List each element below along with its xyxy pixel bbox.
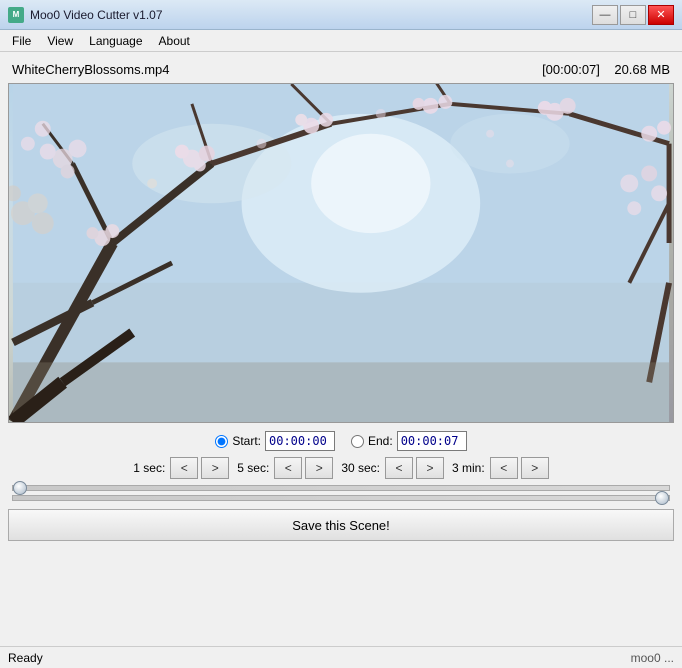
- title-controls: — □ ✕: [592, 5, 674, 25]
- status-text: Ready: [8, 651, 43, 665]
- slider-row-2: [12, 495, 670, 501]
- duration: [00:00:07]: [542, 62, 600, 77]
- start-radio[interactable]: [215, 435, 228, 448]
- end-radio-label[interactable]: End:: [351, 434, 393, 448]
- start-label: Start:: [232, 434, 261, 448]
- end-radio[interactable]: [351, 435, 364, 448]
- step-30sec-forward[interactable]: >: [416, 457, 444, 479]
- video-preview: [8, 83, 674, 423]
- app-icon: M: [8, 7, 24, 23]
- step-5sec-back[interactable]: <: [274, 457, 302, 479]
- menu-bar: File View Language About: [0, 30, 682, 52]
- menu-file[interactable]: File: [4, 32, 39, 50]
- step-5sec: 5 sec: < >: [237, 457, 333, 479]
- filesize: 20.68 MB: [614, 62, 670, 77]
- step-3min-label: 3 min:: [452, 461, 485, 475]
- step-1sec: 1 sec: < >: [133, 457, 229, 479]
- filename: WhiteCherryBlossoms.mp4: [12, 62, 170, 77]
- step-3min: 3 min: < >: [452, 457, 549, 479]
- start-time-group: Start:: [215, 431, 335, 451]
- title-bar: M Moo0 Video Cutter v1.07 — □ ✕: [0, 0, 682, 30]
- end-time-group: End:: [351, 431, 467, 451]
- title-text: Moo0 Video Cutter v1.07: [30, 8, 592, 22]
- sliders-area: [8, 485, 674, 501]
- menu-about[interactable]: About: [151, 32, 198, 50]
- menu-language[interactable]: Language: [81, 32, 150, 50]
- start-time-input[interactable]: [265, 431, 335, 451]
- file-info: WhiteCherryBlossoms.mp4 [00:00:07] 20.68…: [8, 60, 674, 79]
- time-controls: Start: End:: [8, 431, 674, 451]
- step-controls: 1 sec: < > 5 sec: < > 30 sec: < > 3 min:…: [8, 457, 674, 479]
- step-30sec-back[interactable]: <: [385, 457, 413, 479]
- step-1sec-back[interactable]: <: [170, 457, 198, 479]
- status-bar: Ready moo0 ...: [0, 646, 682, 668]
- controls-area: Start: End: 1 sec: < > 5 sec: <: [8, 427, 674, 545]
- end-slider[interactable]: [12, 495, 670, 501]
- start-radio-label[interactable]: Start:: [215, 434, 261, 448]
- step-3min-forward[interactable]: >: [521, 457, 549, 479]
- step-3min-back[interactable]: <: [490, 457, 518, 479]
- close-button[interactable]: ✕: [648, 5, 674, 25]
- save-button[interactable]: Save this Scene!: [8, 509, 674, 541]
- step-5sec-forward[interactable]: >: [305, 457, 333, 479]
- main-window: WhiteCherryBlossoms.mp4 [00:00:07] 20.68…: [0, 52, 682, 553]
- moo0-link[interactable]: moo0 ...: [631, 651, 674, 665]
- minimize-button[interactable]: —: [592, 5, 618, 25]
- step-1sec-forward[interactable]: >: [201, 457, 229, 479]
- file-meta: [00:00:07] 20.68 MB: [542, 62, 670, 77]
- maximize-button[interactable]: □: [620, 5, 646, 25]
- step-1sec-label: 1 sec:: [133, 461, 165, 475]
- step-5sec-label: 5 sec:: [237, 461, 269, 475]
- end-label: End:: [368, 434, 393, 448]
- step-30sec: 30 sec: < >: [341, 457, 444, 479]
- step-30sec-label: 30 sec:: [341, 461, 380, 475]
- menu-view[interactable]: View: [39, 32, 81, 50]
- video-canvas: [9, 84, 673, 422]
- end-time-input[interactable]: [397, 431, 467, 451]
